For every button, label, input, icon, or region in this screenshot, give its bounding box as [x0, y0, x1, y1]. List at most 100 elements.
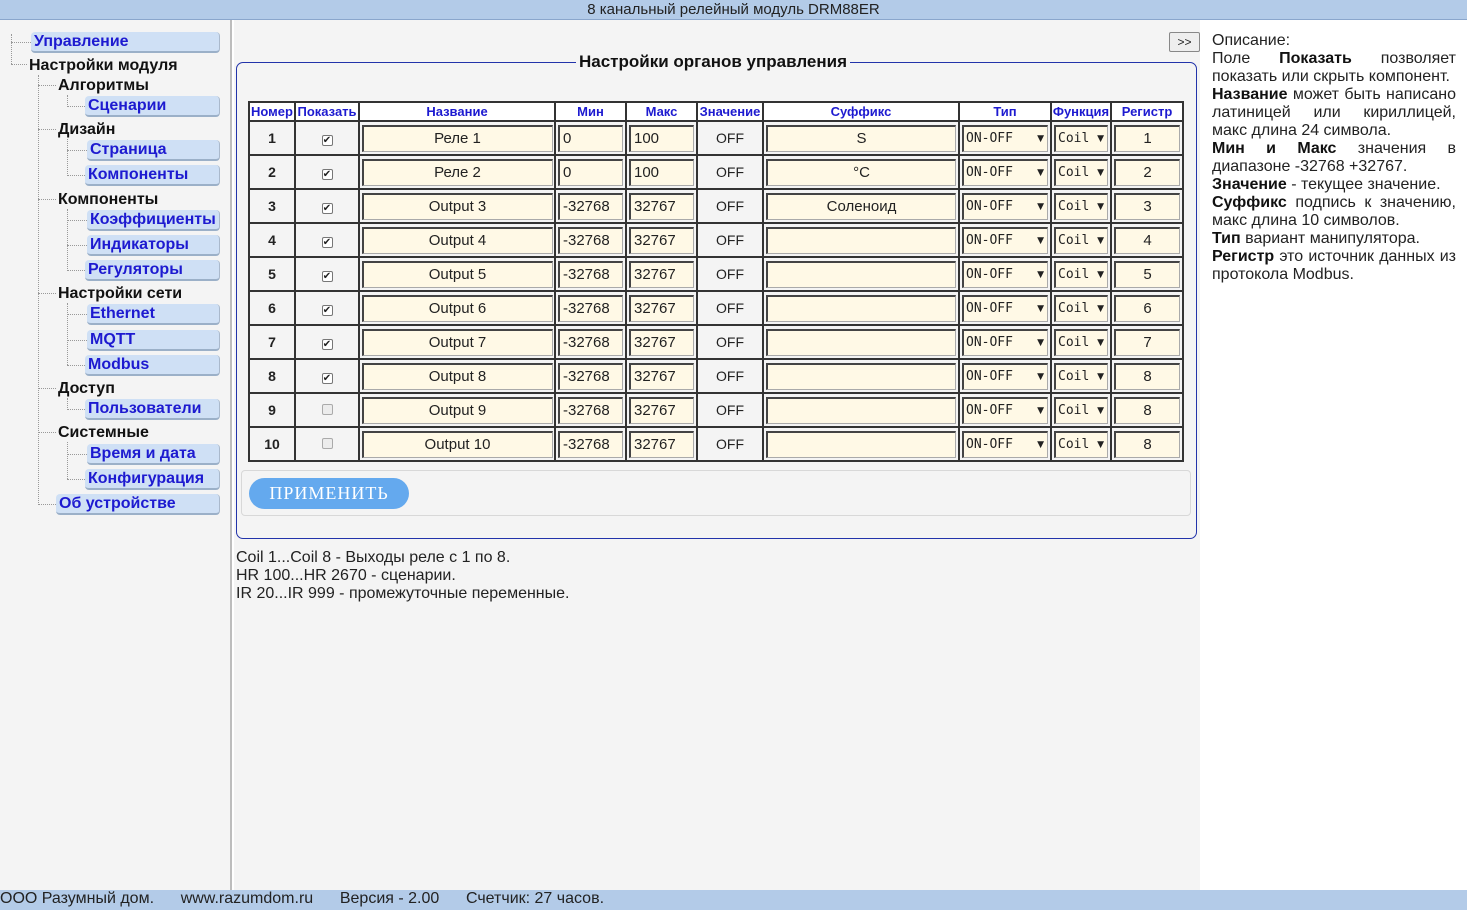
type-select[interactable]: ON-OFF ▼: [962, 430, 1048, 458]
nav-about[interactable]: Об устройстве: [56, 494, 220, 515]
register-input[interactable]: 3: [1114, 192, 1180, 220]
max-input[interactable]: 32767: [629, 362, 694, 390]
suffix-input[interactable]: [766, 396, 956, 424]
min-input[interactable]: 0: [558, 124, 623, 152]
nav-scenarios[interactable]: Сценарии: [85, 96, 220, 117]
nav-datetime[interactable]: Время и дата: [87, 444, 220, 465]
name-input[interactable]: Output 7: [361, 328, 553, 356]
suffix-input[interactable]: [766, 362, 956, 390]
nav-access[interactable]: Доступ: [58, 379, 115, 398]
name-input[interactable]: Output 3: [361, 192, 553, 220]
name-input[interactable]: Output 8: [361, 362, 553, 390]
register-input[interactable]: 8: [1114, 396, 1180, 424]
function-select[interactable]: Coil ▼: [1054, 226, 1108, 254]
show-checkbox[interactable]: ✔: [321, 305, 333, 316]
min-input[interactable]: -32768: [558, 226, 623, 254]
nav-network-settings[interactable]: Настройки сети: [58, 284, 182, 303]
show-checkbox[interactable]: ✔: [321, 135, 333, 146]
register-input[interactable]: 7: [1114, 328, 1180, 356]
show-checkbox[interactable]: ✔: [321, 373, 333, 384]
name-input[interactable]: Реле 1: [361, 124, 553, 152]
max-input[interactable]: 32767: [629, 430, 694, 458]
function-select[interactable]: Coil ▼: [1054, 158, 1108, 186]
nav-mqtt[interactable]: MQTT: [87, 330, 220, 351]
min-input[interactable]: -32768: [558, 362, 623, 390]
nav-control[interactable]: Управление: [31, 32, 220, 53]
function-select[interactable]: Coil ▼: [1054, 192, 1108, 220]
type-select[interactable]: ON-OFF ▼: [962, 158, 1048, 186]
show-checkbox[interactable]: [321, 438, 333, 449]
suffix-input[interactable]: [766, 260, 956, 288]
type-select[interactable]: ON-OFF ▼: [962, 362, 1048, 390]
min-input[interactable]: -32768: [558, 396, 623, 424]
nav-system[interactable]: Системные: [58, 423, 149, 442]
function-select[interactable]: Coil ▼: [1054, 396, 1108, 424]
nav-module-settings[interactable]: Настройки модуля: [29, 56, 178, 75]
suffix-input[interactable]: Соленоид: [766, 192, 956, 220]
min-input[interactable]: -32768: [558, 430, 623, 458]
suffix-input[interactable]: °C: [766, 158, 956, 186]
name-input[interactable]: Output 6: [361, 294, 553, 322]
show-checkbox[interactable]: [321, 404, 333, 415]
nav-components[interactable]: Компоненты: [85, 165, 220, 186]
nav-ethernet[interactable]: Ethernet: [87, 304, 220, 325]
suffix-input[interactable]: [766, 294, 956, 322]
function-select[interactable]: Coil ▼: [1054, 362, 1108, 390]
type-select[interactable]: ON-OFF ▼: [962, 192, 1048, 220]
show-checkbox[interactable]: ✔: [321, 203, 333, 214]
nav-modbus[interactable]: Modbus: [85, 355, 220, 376]
max-input[interactable]: 32767: [629, 328, 694, 356]
max-input[interactable]: 100: [629, 158, 694, 186]
max-input[interactable]: 32767: [629, 396, 694, 424]
nav-configuration[interactable]: Конфигурация: [85, 469, 220, 490]
show-checkbox[interactable]: ✔: [321, 237, 333, 248]
type-select[interactable]: ON-OFF ▼: [962, 396, 1048, 424]
max-input[interactable]: 32767: [629, 192, 694, 220]
suffix-input[interactable]: S: [766, 124, 956, 152]
name-input[interactable]: Реле 2: [361, 158, 553, 186]
type-select[interactable]: ON-OFF ▼: [962, 124, 1048, 152]
nav-users[interactable]: Пользователи: [85, 399, 220, 420]
register-input[interactable]: 4: [1114, 226, 1180, 254]
max-input[interactable]: 100: [629, 124, 694, 152]
nav-indicators[interactable]: Индикаторы: [87, 235, 220, 256]
register-input[interactable]: 2: [1114, 158, 1180, 186]
suffix-input[interactable]: [766, 430, 956, 458]
expand-description-button[interactable]: >>: [1169, 32, 1200, 52]
max-input[interactable]: 32767: [629, 294, 694, 322]
type-select[interactable]: ON-OFF ▼: [962, 294, 1048, 322]
register-input[interactable]: 5: [1114, 260, 1180, 288]
type-select[interactable]: ON-OFF ▼: [962, 260, 1048, 288]
max-input[interactable]: 32767: [629, 260, 694, 288]
type-select[interactable]: ON-OFF ▼: [962, 328, 1048, 356]
function-select[interactable]: Coil ▼: [1054, 294, 1108, 322]
show-checkbox[interactable]: ✔: [321, 271, 333, 282]
nav-coefficients[interactable]: Коэффициенты: [87, 210, 220, 231]
show-checkbox[interactable]: ✔: [321, 339, 333, 350]
nav-design[interactable]: Дизайн: [58, 120, 115, 139]
footer-site-link[interactable]: www.razumdom.ru: [181, 890, 313, 907]
apply-button[interactable]: ПРИМЕНИТЬ: [249, 478, 409, 509]
nav-regulators[interactable]: Регуляторы: [85, 260, 220, 281]
function-select[interactable]: Coil ▼: [1054, 124, 1108, 152]
register-input[interactable]: 8: [1114, 430, 1180, 458]
show-checkbox[interactable]: ✔: [321, 169, 333, 180]
suffix-input[interactable]: [766, 226, 956, 254]
type-select[interactable]: ON-OFF ▼: [962, 226, 1048, 254]
name-input[interactable]: Output 10: [361, 430, 553, 458]
function-select[interactable]: Coil ▼: [1054, 328, 1108, 356]
suffix-input[interactable]: [766, 328, 956, 356]
min-input[interactable]: -32768: [558, 328, 623, 356]
min-input[interactable]: -32768: [558, 260, 623, 288]
min-input[interactable]: 0: [558, 158, 623, 186]
function-select[interactable]: Coil ▼: [1054, 430, 1108, 458]
register-input[interactable]: 8: [1114, 362, 1180, 390]
max-input[interactable]: 32767: [629, 226, 694, 254]
register-input[interactable]: 1: [1114, 124, 1180, 152]
nav-components-group[interactable]: Компоненты: [58, 190, 158, 209]
min-input[interactable]: -32768: [558, 192, 623, 220]
register-input[interactable]: 6: [1114, 294, 1180, 322]
nav-page[interactable]: Страница: [87, 140, 220, 161]
function-select[interactable]: Coil ▼: [1054, 260, 1108, 288]
name-input[interactable]: Output 9: [361, 396, 553, 424]
